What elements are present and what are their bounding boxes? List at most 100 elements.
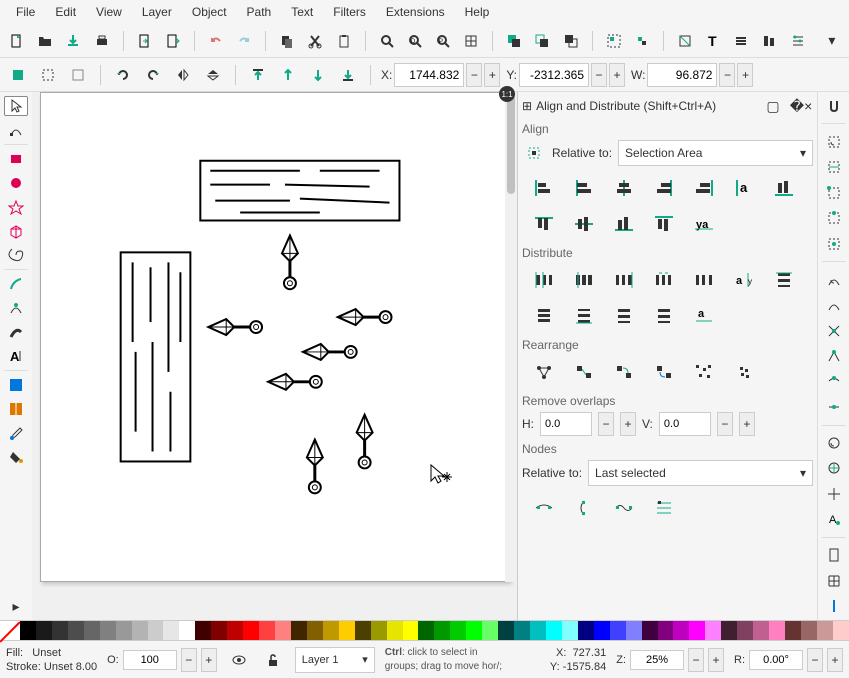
menu-file[interactable]: File	[8, 3, 43, 21]
align-group-toggle-icon[interactable]	[522, 141, 546, 165]
raise-top-icon[interactable]	[246, 63, 270, 87]
snap-midpoint-icon[interactable]	[822, 397, 846, 416]
zoom-plus[interactable]: +	[708, 648, 724, 672]
swatch[interactable]	[817, 621, 833, 640]
ungroup-icon[interactable]	[631, 29, 653, 53]
open-icon[interactable]	[34, 29, 56, 53]
3dbox-tool-icon[interactable]	[4, 221, 28, 241]
dropper-tool-icon[interactable]	[4, 423, 28, 443]
menu-object[interactable]: Object	[184, 3, 235, 21]
lock-toggle-icon[interactable]	[261, 648, 285, 672]
snap-bbox-corner-icon[interactable]	[822, 183, 846, 202]
swatch[interactable]	[355, 621, 371, 640]
mesh-tool-icon[interactable]	[4, 399, 28, 419]
dist-top-icon[interactable]	[770, 268, 798, 292]
menu-filters[interactable]: Filters	[325, 3, 374, 21]
snap-bbox-center-icon[interactable]	[822, 234, 846, 253]
lower-icon[interactable]	[306, 63, 330, 87]
new-document-icon[interactable]	[6, 29, 28, 53]
node-align-h-icon[interactable]	[530, 496, 558, 520]
paste-icon[interactable]	[332, 29, 354, 53]
swatch[interactable]	[546, 621, 562, 640]
node-dist-v-icon[interactable]	[650, 496, 678, 520]
randomize-icon[interactable]	[690, 360, 718, 384]
swatch[interactable]	[482, 621, 498, 640]
dist-center-v-icon[interactable]	[530, 304, 558, 328]
swatch[interactable]	[243, 621, 259, 640]
align-top-icon[interactable]	[530, 212, 558, 236]
swatch[interactable]	[100, 621, 116, 640]
snap-intersect-icon[interactable]	[822, 321, 846, 340]
h-plus[interactable]: +	[620, 412, 636, 436]
w-minus[interactable]: −	[719, 63, 735, 87]
opacity-plus[interactable]: +	[201, 648, 217, 672]
swatch[interactable]	[514, 621, 530, 640]
dist-text-h-icon[interactable]: ay	[730, 268, 758, 292]
preferences-icon[interactable]	[787, 29, 809, 53]
swatch[interactable]	[498, 621, 514, 640]
rot-minus[interactable]: −	[807, 648, 823, 672]
dist-gaps-v2-icon[interactable]	[650, 304, 678, 328]
snap-center-icon[interactable]	[822, 459, 846, 478]
swatch[interactable]	[163, 621, 179, 640]
snap-other-icon[interactable]	[822, 433, 846, 452]
swatch[interactable]	[434, 621, 450, 640]
scrollbar-vertical[interactable]	[505, 92, 517, 582]
swatch[interactable]	[387, 621, 403, 640]
swatch[interactable]	[52, 621, 68, 640]
swatch[interactable]	[450, 621, 466, 640]
snap-nodes-icon[interactable]	[822, 270, 846, 289]
rectangle-tool-icon[interactable]	[4, 149, 28, 169]
swatch[interactable]	[562, 621, 578, 640]
select-all-layers-icon[interactable]	[6, 63, 30, 87]
y-minus[interactable]: −	[591, 63, 607, 87]
group-icon[interactable]	[603, 29, 625, 53]
swatch[interactable]	[148, 621, 164, 640]
swatch[interactable]	[84, 621, 100, 640]
swatch[interactable]	[339, 621, 355, 640]
export-icon[interactable]	[162, 29, 184, 53]
canvas[interactable]	[40, 92, 510, 582]
flip-v-icon[interactable]	[201, 63, 225, 87]
swatch[interactable]	[689, 621, 705, 640]
exchange-pos-icon[interactable]	[570, 360, 598, 384]
nodes-relative-select[interactable]: Last selected▾	[588, 460, 813, 486]
rot-plus[interactable]: +	[827, 648, 843, 672]
swatch[interactable]	[36, 621, 52, 640]
redo-icon[interactable]	[233, 29, 255, 53]
raise-icon[interactable]	[276, 63, 300, 87]
swatch[interactable]	[610, 621, 626, 640]
zoom-drawing-icon[interactable]: D	[404, 29, 426, 53]
swatch[interactable]	[785, 621, 801, 640]
fill-stroke-icon[interactable]	[674, 29, 696, 53]
swatch[interactable]	[769, 621, 785, 640]
swatch[interactable]	[227, 621, 243, 640]
snap-enable-icon[interactable]	[822, 96, 846, 115]
swatch[interactable]	[594, 621, 610, 640]
swatch[interactable]	[195, 621, 211, 640]
swatch[interactable]	[578, 621, 594, 640]
swatch[interactable]	[642, 621, 658, 640]
swatch[interactable]	[673, 621, 689, 640]
dist-center-h-icon[interactable]	[570, 268, 598, 292]
swatch[interactable]	[833, 621, 849, 640]
dist-gaps-h-icon[interactable]	[650, 268, 678, 292]
exchange-rotate-icon[interactable]	[650, 360, 678, 384]
exchange-z-icon[interactable]	[610, 360, 638, 384]
save-icon[interactable]	[62, 29, 84, 53]
print-icon[interactable]	[91, 29, 113, 53]
align-top-out-icon[interactable]	[770, 176, 798, 200]
flip-h-icon[interactable]	[171, 63, 195, 87]
zoom-input[interactable]	[630, 650, 684, 670]
visibility-toggle-icon[interactable]	[227, 648, 251, 672]
x-minus[interactable]: −	[466, 63, 482, 87]
cut-icon[interactable]	[304, 29, 326, 53]
calligraphy-tool-icon[interactable]	[4, 322, 28, 342]
snap-guide-icon[interactable]	[822, 597, 846, 616]
align-left-out-icon[interactable]	[530, 176, 558, 200]
swatch[interactable]	[132, 621, 148, 640]
zoom-center-icon[interactable]	[460, 29, 482, 53]
zoom-selection-icon[interactable]	[376, 29, 398, 53]
snap-smooth-icon[interactable]	[822, 372, 846, 391]
gradient-tool-icon[interactable]	[4, 375, 28, 395]
